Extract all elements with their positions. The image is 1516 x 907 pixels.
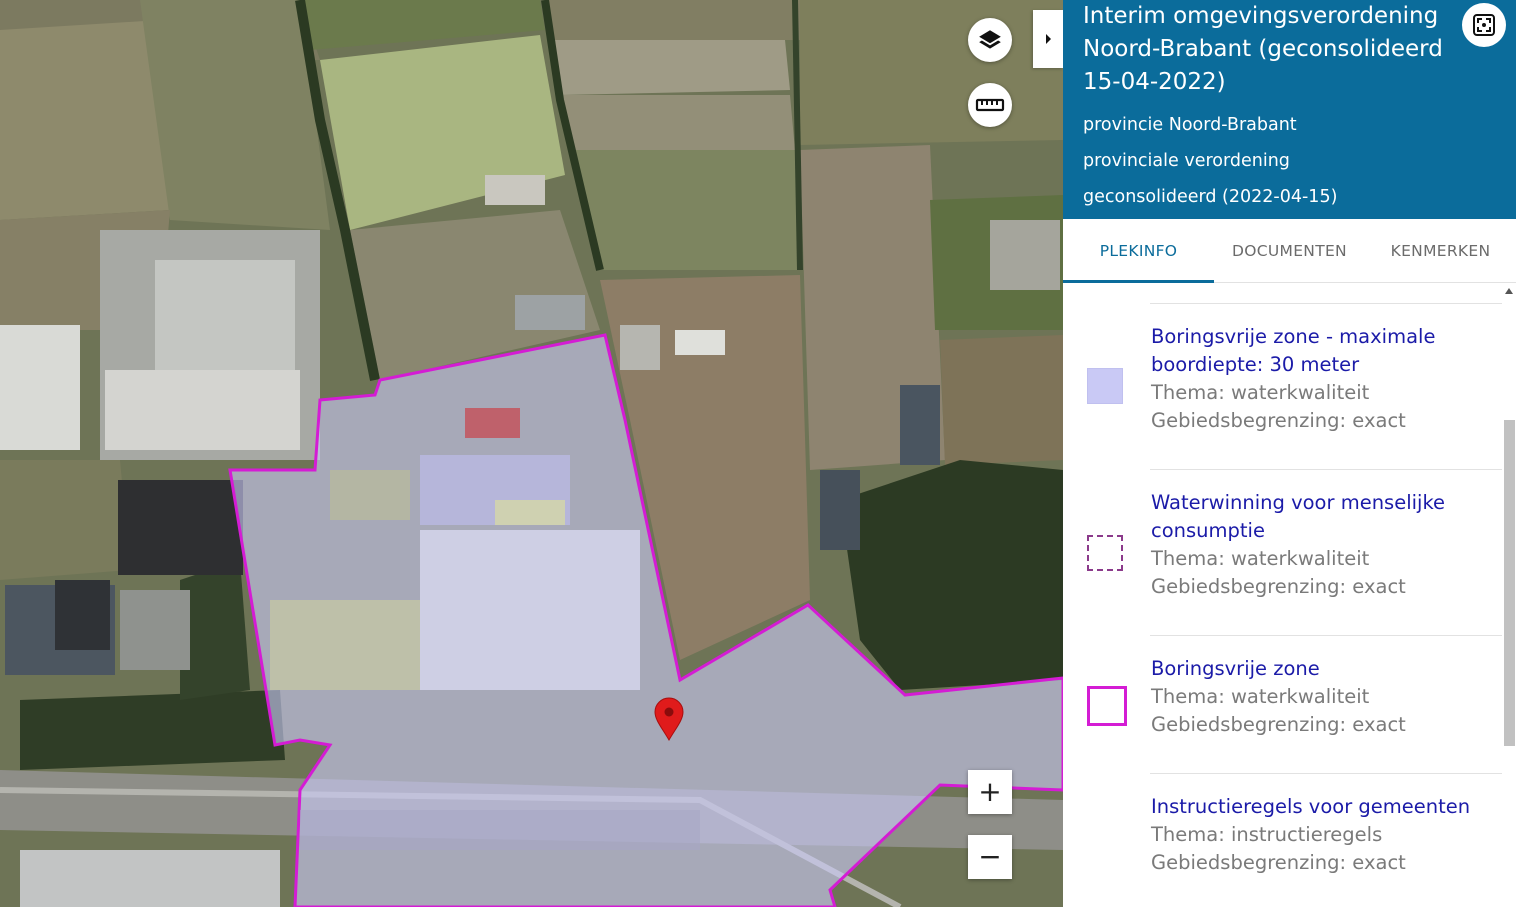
legend-filled-lavender bbox=[1087, 368, 1123, 404]
measure-button[interactable] bbox=[968, 83, 1012, 127]
tab-documenten[interactable]: DOCUMENTEN bbox=[1214, 219, 1365, 282]
item-thema: Thema: instructieregels bbox=[1151, 823, 1383, 846]
legend-outline-magenta bbox=[1087, 686, 1127, 726]
list-divider bbox=[1150, 635, 1502, 636]
scroll-up-arrow-icon[interactable] bbox=[1505, 288, 1513, 294]
panel-tabs: PLEKINFO DOCUMENTEN KENMERKEN bbox=[1063, 219, 1516, 283]
fullscreen-button[interactable] bbox=[1462, 3, 1506, 47]
item-title[interactable]: Boringsvrije zone bbox=[1151, 655, 1491, 683]
list-divider bbox=[1150, 469, 1502, 470]
item-begrenzing: Gebiedsbegrenzing: exact bbox=[1151, 409, 1406, 432]
info-panel: Interim omgevingsverordening Noord-Braba… bbox=[1063, 0, 1516, 907]
panel-header: Interim omgevingsverordening Noord-Braba… bbox=[1063, 0, 1516, 219]
tab-kenmerken[interactable]: KENMERKEN bbox=[1365, 219, 1516, 282]
scroll-thumb[interactable] bbox=[1504, 420, 1515, 746]
item-thema: Thema: waterkwaliteit bbox=[1151, 685, 1370, 708]
plekinfo-list[interactable]: Boringsvrije zone - maximale boordiepte:… bbox=[1063, 284, 1516, 907]
map-canvas[interactable]: + − bbox=[0, 0, 1063, 907]
zoom-in-button[interactable]: + bbox=[968, 770, 1012, 814]
item-title[interactable]: Boringsvrije zone - maximale boordiepte:… bbox=[1151, 323, 1491, 379]
plan-status: geconsolideerd (2022-04-15) bbox=[1083, 187, 1338, 207]
ruler-icon bbox=[975, 98, 1005, 112]
list-scrollbar[interactable] bbox=[1503, 284, 1516, 907]
list-divider bbox=[1150, 773, 1502, 774]
item-title[interactable]: Waterwinning voor menselijke consumptie bbox=[1151, 489, 1491, 545]
list-item[interactable]: Boringsvrije zone Thema: waterkwaliteit … bbox=[1151, 655, 1491, 739]
list-item[interactable]: Instructieregels voor gemeenten Thema: i… bbox=[1151, 793, 1491, 877]
chevron-right-icon bbox=[1046, 34, 1051, 44]
plan-authority: provincie Noord-Brabant bbox=[1083, 115, 1297, 135]
item-begrenzing: Gebiedsbegrenzing: exact bbox=[1151, 713, 1406, 736]
item-thema: Thema: waterkwaliteit bbox=[1151, 381, 1370, 404]
layers-icon bbox=[979, 30, 1001, 49]
focus-frame-icon bbox=[1473, 14, 1495, 36]
list-item[interactable]: Boringsvrije zone - maximale boordiepte:… bbox=[1151, 323, 1491, 435]
item-begrenzing: Gebiedsbegrenzing: exact bbox=[1151, 851, 1406, 874]
plan-type: provinciale verordening bbox=[1083, 151, 1290, 171]
item-thema: Thema: waterkwaliteit bbox=[1151, 547, 1370, 570]
panel-toggle-button[interactable] bbox=[1033, 10, 1063, 68]
list-divider bbox=[1150, 303, 1502, 304]
plan-title: Interim omgevingsverordening Noord-Braba… bbox=[1083, 3, 1443, 95]
list-item[interactable]: Waterwinning voor menselijke consumptie … bbox=[1151, 489, 1491, 601]
tab-plekinfo[interactable]: PLEKINFO bbox=[1063, 219, 1214, 283]
item-begrenzing: Gebiedsbegrenzing: exact bbox=[1151, 575, 1406, 598]
aerial-imagery bbox=[0, 0, 1063, 907]
item-title[interactable]: Instructieregels voor gemeenten bbox=[1151, 793, 1491, 821]
zoom-out-button[interactable]: − bbox=[968, 835, 1012, 879]
layers-button[interactable] bbox=[968, 18, 1012, 62]
legend-dashed-purple bbox=[1087, 535, 1123, 571]
